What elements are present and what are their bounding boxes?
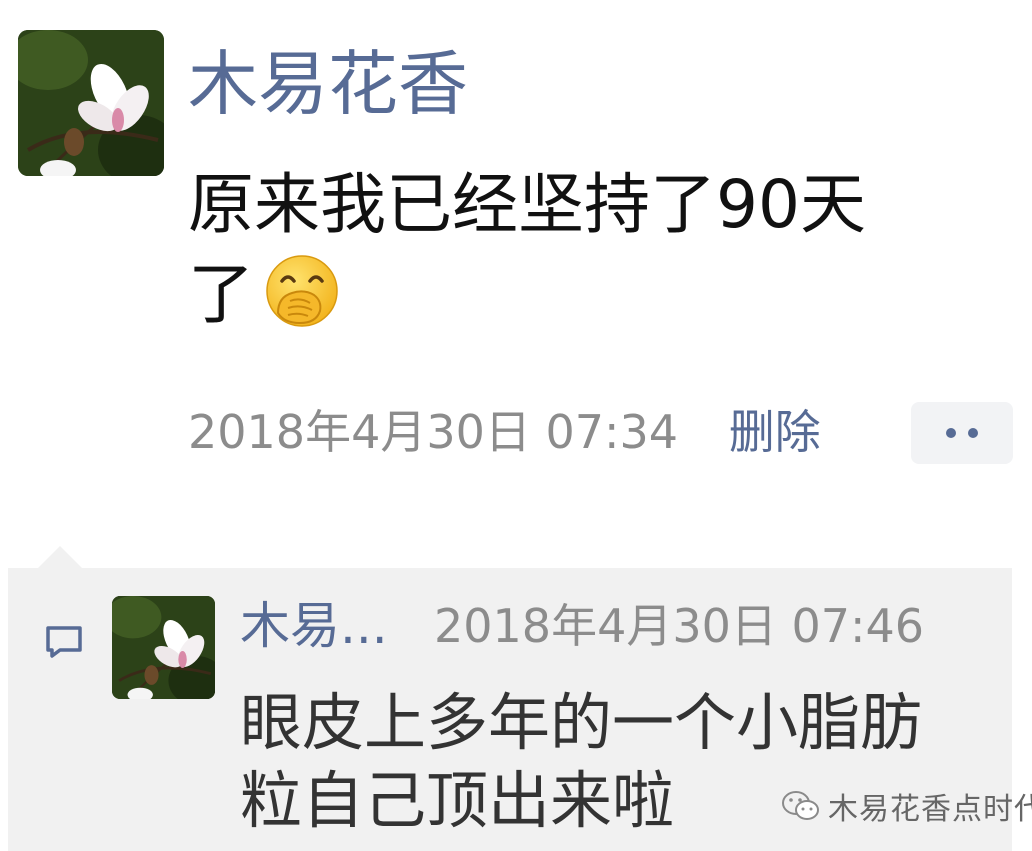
post-text: 原来我已经坚持了90天 了: [188, 160, 988, 340]
post-text-line-1: 原来我已经坚持了90天: [188, 166, 866, 243]
comment-text-line-1: 眼皮上多年的一个小脂肪: [240, 686, 923, 759]
face-with-hand-over-mouth-emoji-icon: [264, 253, 340, 329]
comment-panel-arrow: [38, 546, 82, 568]
watermark: 木易花香点时代: [780, 786, 1032, 827]
post-meta: 2018年4月30日 07:34 删除: [188, 404, 821, 460]
comment-author-name[interactable]: 木易...: [240, 596, 388, 656]
wechat-logo-icon: [780, 788, 822, 824]
watermark-text: 木易花香点时代: [828, 792, 1032, 827]
magnolia-avatar-image: [112, 596, 215, 699]
more-options-button[interactable]: [911, 402, 1013, 464]
comment-avatar[interactable]: [112, 596, 215, 699]
delete-button[interactable]: 删除: [729, 405, 821, 459]
post-timestamp: 2018年4月30日 07:34: [188, 405, 679, 459]
post-author-name[interactable]: 木易花香: [188, 44, 468, 124]
post-text-line-2: 了: [188, 250, 988, 340]
magnolia-avatar-image: [18, 30, 164, 176]
post-text-line-2-text: 了: [188, 256, 254, 333]
post-avatar[interactable]: [18, 30, 164, 176]
more-dots-icon: [946, 428, 978, 438]
comment-timestamp: 2018年4月30日 07:46: [434, 599, 925, 653]
comment-bubble-icon: [44, 624, 84, 660]
